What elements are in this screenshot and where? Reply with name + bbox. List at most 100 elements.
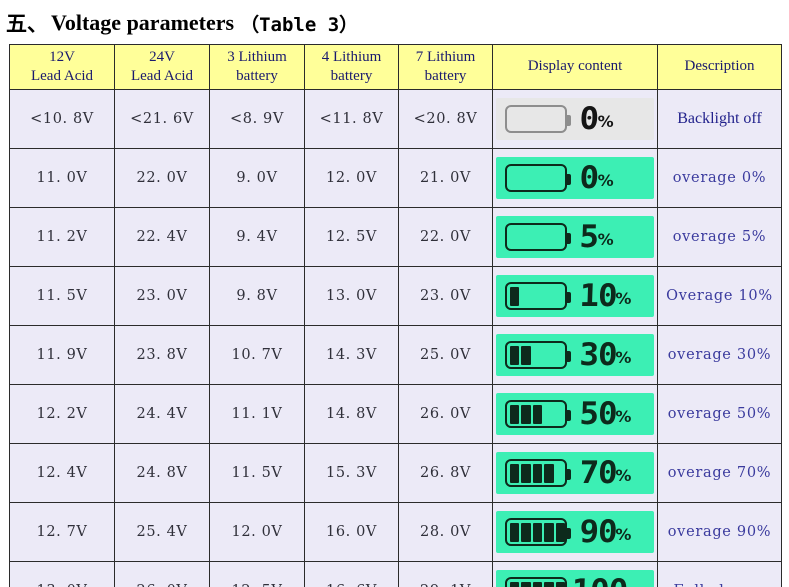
cell-3-lithium: <8. 9V — [209, 89, 305, 149]
table-row: 12. 2V 24. 4V 11. 1V 14. 8V 26. 0V 50% overage… — [9, 384, 782, 444]
cell-24v: 24. 8V — [114, 443, 210, 503]
column-header-line1: 24V — [149, 48, 175, 65]
cell-4-lithium: 12. 5V — [304, 207, 399, 267]
cell-description: overage 50% — [657, 384, 782, 444]
battery-percent-readout: 90% — [579, 514, 632, 550]
battery-percent-readout: 70% — [578, 454, 632, 491]
battery-percent-readout: 0% — [579, 101, 614, 137]
voltage-parameters-table: 12V Lead Acid 24V Lead Acid 3 Lithium ba… — [9, 44, 782, 587]
cell-24v: 23. 0V — [114, 266, 210, 326]
battery-icon — [505, 164, 571, 192]
battery-segment — [555, 581, 565, 587]
battery-icon — [505, 577, 567, 587]
cell-24v: 26. 0V — [114, 561, 210, 587]
column-header-line1: Display content — [527, 58, 623, 75]
column-header-line2: Lead Acid — [130, 68, 194, 84]
cell-4-lithium: 13. 0V — [304, 266, 399, 326]
battery-segment — [532, 404, 542, 424]
percent-sign-icon: % — [597, 171, 614, 191]
cell-display-content: 5% — [492, 207, 658, 267]
battery-segment — [532, 581, 542, 587]
cell-12v: 12. 2V — [9, 384, 115, 444]
cell-display-content: 0% — [492, 89, 658, 149]
table-header-row: 12V Lead Acid 24V Lead Acid 3 Lithium ba… — [9, 44, 782, 90]
cell-7-lithium: 22. 0V — [398, 207, 493, 267]
cell-display-content: 30% — [492, 325, 658, 385]
cell-3-lithium: 11. 5V — [209, 443, 305, 503]
column-header-line2: battery — [330, 68, 373, 84]
cell-3-lithium: 12. 5V — [209, 561, 305, 587]
battery-percent-readout: 10% — [578, 277, 632, 314]
cell-3-lithium: 9. 0V — [209, 148, 305, 208]
cell-description: overage 70% — [657, 443, 782, 503]
column-header-7-lithium-battery: 7 Lithium battery — [398, 44, 493, 90]
cell-24v: <21. 6V — [114, 89, 210, 149]
column-header-description: Description — [657, 44, 782, 90]
column-header-line1: 12V — [49, 48, 75, 65]
cell-12v: 11. 0V — [9, 148, 115, 208]
title-section-number: 五、 — [6, 12, 48, 36]
cell-3-lithium: 12. 0V — [209, 502, 305, 562]
battery-segment — [521, 522, 531, 542]
lcd-screen: 0% — [496, 157, 654, 199]
battery-segment — [544, 522, 554, 542]
column-header-3-lithium-battery: 3 Lithium battery — [209, 44, 305, 90]
cell-7-lithium: 25. 0V — [398, 325, 493, 385]
battery-segment — [509, 286, 519, 306]
battery-percent-value: 70 — [578, 454, 618, 491]
column-header-line1: 4 Lithium — [321, 48, 382, 65]
table-body: <10. 8V <21. 6V <8. 9V <11. 8V <20. 8V 0% Back… — [9, 89, 782, 587]
cell-7-lithium: 23. 0V — [398, 266, 493, 326]
cell-7-lithium: 21. 0V — [398, 148, 493, 208]
cell-display-content: 0% — [492, 148, 658, 208]
battery-percent-value: 10 — [578, 277, 618, 314]
cell-4-lithium: 14. 8V — [304, 384, 399, 444]
cell-7-lithium: 26. 8V — [398, 443, 493, 503]
battery-segment — [521, 581, 531, 587]
title-text: Voltage parameters — [51, 10, 235, 35]
battery-percent-readout: 30% — [579, 337, 632, 373]
battery-segment — [544, 463, 554, 483]
battery-icon — [505, 400, 571, 428]
battery-segment — [521, 345, 531, 365]
battery-icon — [505, 518, 571, 546]
cell-display-content: 90% — [492, 502, 658, 562]
voltage-parameters-page: 五、 Voltage parameters （Table 3） 12V Lead… — [0, 0, 789, 587]
column-header-line2: Lead Acid — [30, 68, 94, 84]
cell-4-lithium: 16. 0V — [304, 502, 399, 562]
cell-3-lithium: 9. 8V — [209, 266, 305, 326]
cell-display-content: 10% — [492, 266, 658, 326]
battery-segment — [521, 404, 531, 424]
cell-24v: 24. 4V — [114, 384, 210, 444]
cell-4-lithium: <11. 8V — [304, 89, 399, 149]
cell-description: overage 90% — [657, 502, 782, 562]
cell-description: overage 5% — [657, 207, 782, 267]
battery-percent-readout: 0% — [578, 159, 614, 196]
battery-percent-value: 5 — [578, 218, 599, 255]
cell-4-lithium: 12. 0V — [304, 148, 399, 208]
cell-description: Overage 10% — [657, 266, 782, 326]
battery-icon — [505, 341, 571, 369]
battery-segment — [509, 345, 519, 365]
cell-24v: 22. 4V — [114, 207, 210, 267]
battery-percent-value: 100 — [571, 573, 628, 587]
lcd-screen: 70% — [496, 452, 654, 494]
battery-segment — [532, 522, 542, 542]
cell-3-lithium: 9. 4V — [209, 207, 305, 267]
lcd-screen: 30% — [496, 334, 654, 376]
column-header-12v-lead-acid: 12V Lead Acid — [9, 44, 115, 90]
cell-24v: 22. 0V — [114, 148, 210, 208]
lcd-screen: 50% — [496, 393, 654, 435]
battery-segment — [521, 463, 531, 483]
lcd-screen: 5% — [496, 216, 654, 258]
cell-7-lithium: 28. 0V — [398, 502, 493, 562]
cell-description: overage 30% — [657, 325, 782, 385]
cell-4-lithium: 16. 6V — [304, 561, 399, 587]
battery-percent-value: 0 — [578, 159, 599, 196]
cell-display-content: 70% — [492, 443, 658, 503]
table-row: 11. 2V 22. 4V 9. 4V 12. 5V 22. 0V 5% overage 5… — [9, 207, 782, 267]
column-header-display-content: Display content — [492, 44, 658, 90]
column-header-line1: 7 Lithium — [415, 48, 476, 65]
cell-12v: 11. 5V — [9, 266, 115, 326]
cell-display-content: 50% — [492, 384, 658, 444]
